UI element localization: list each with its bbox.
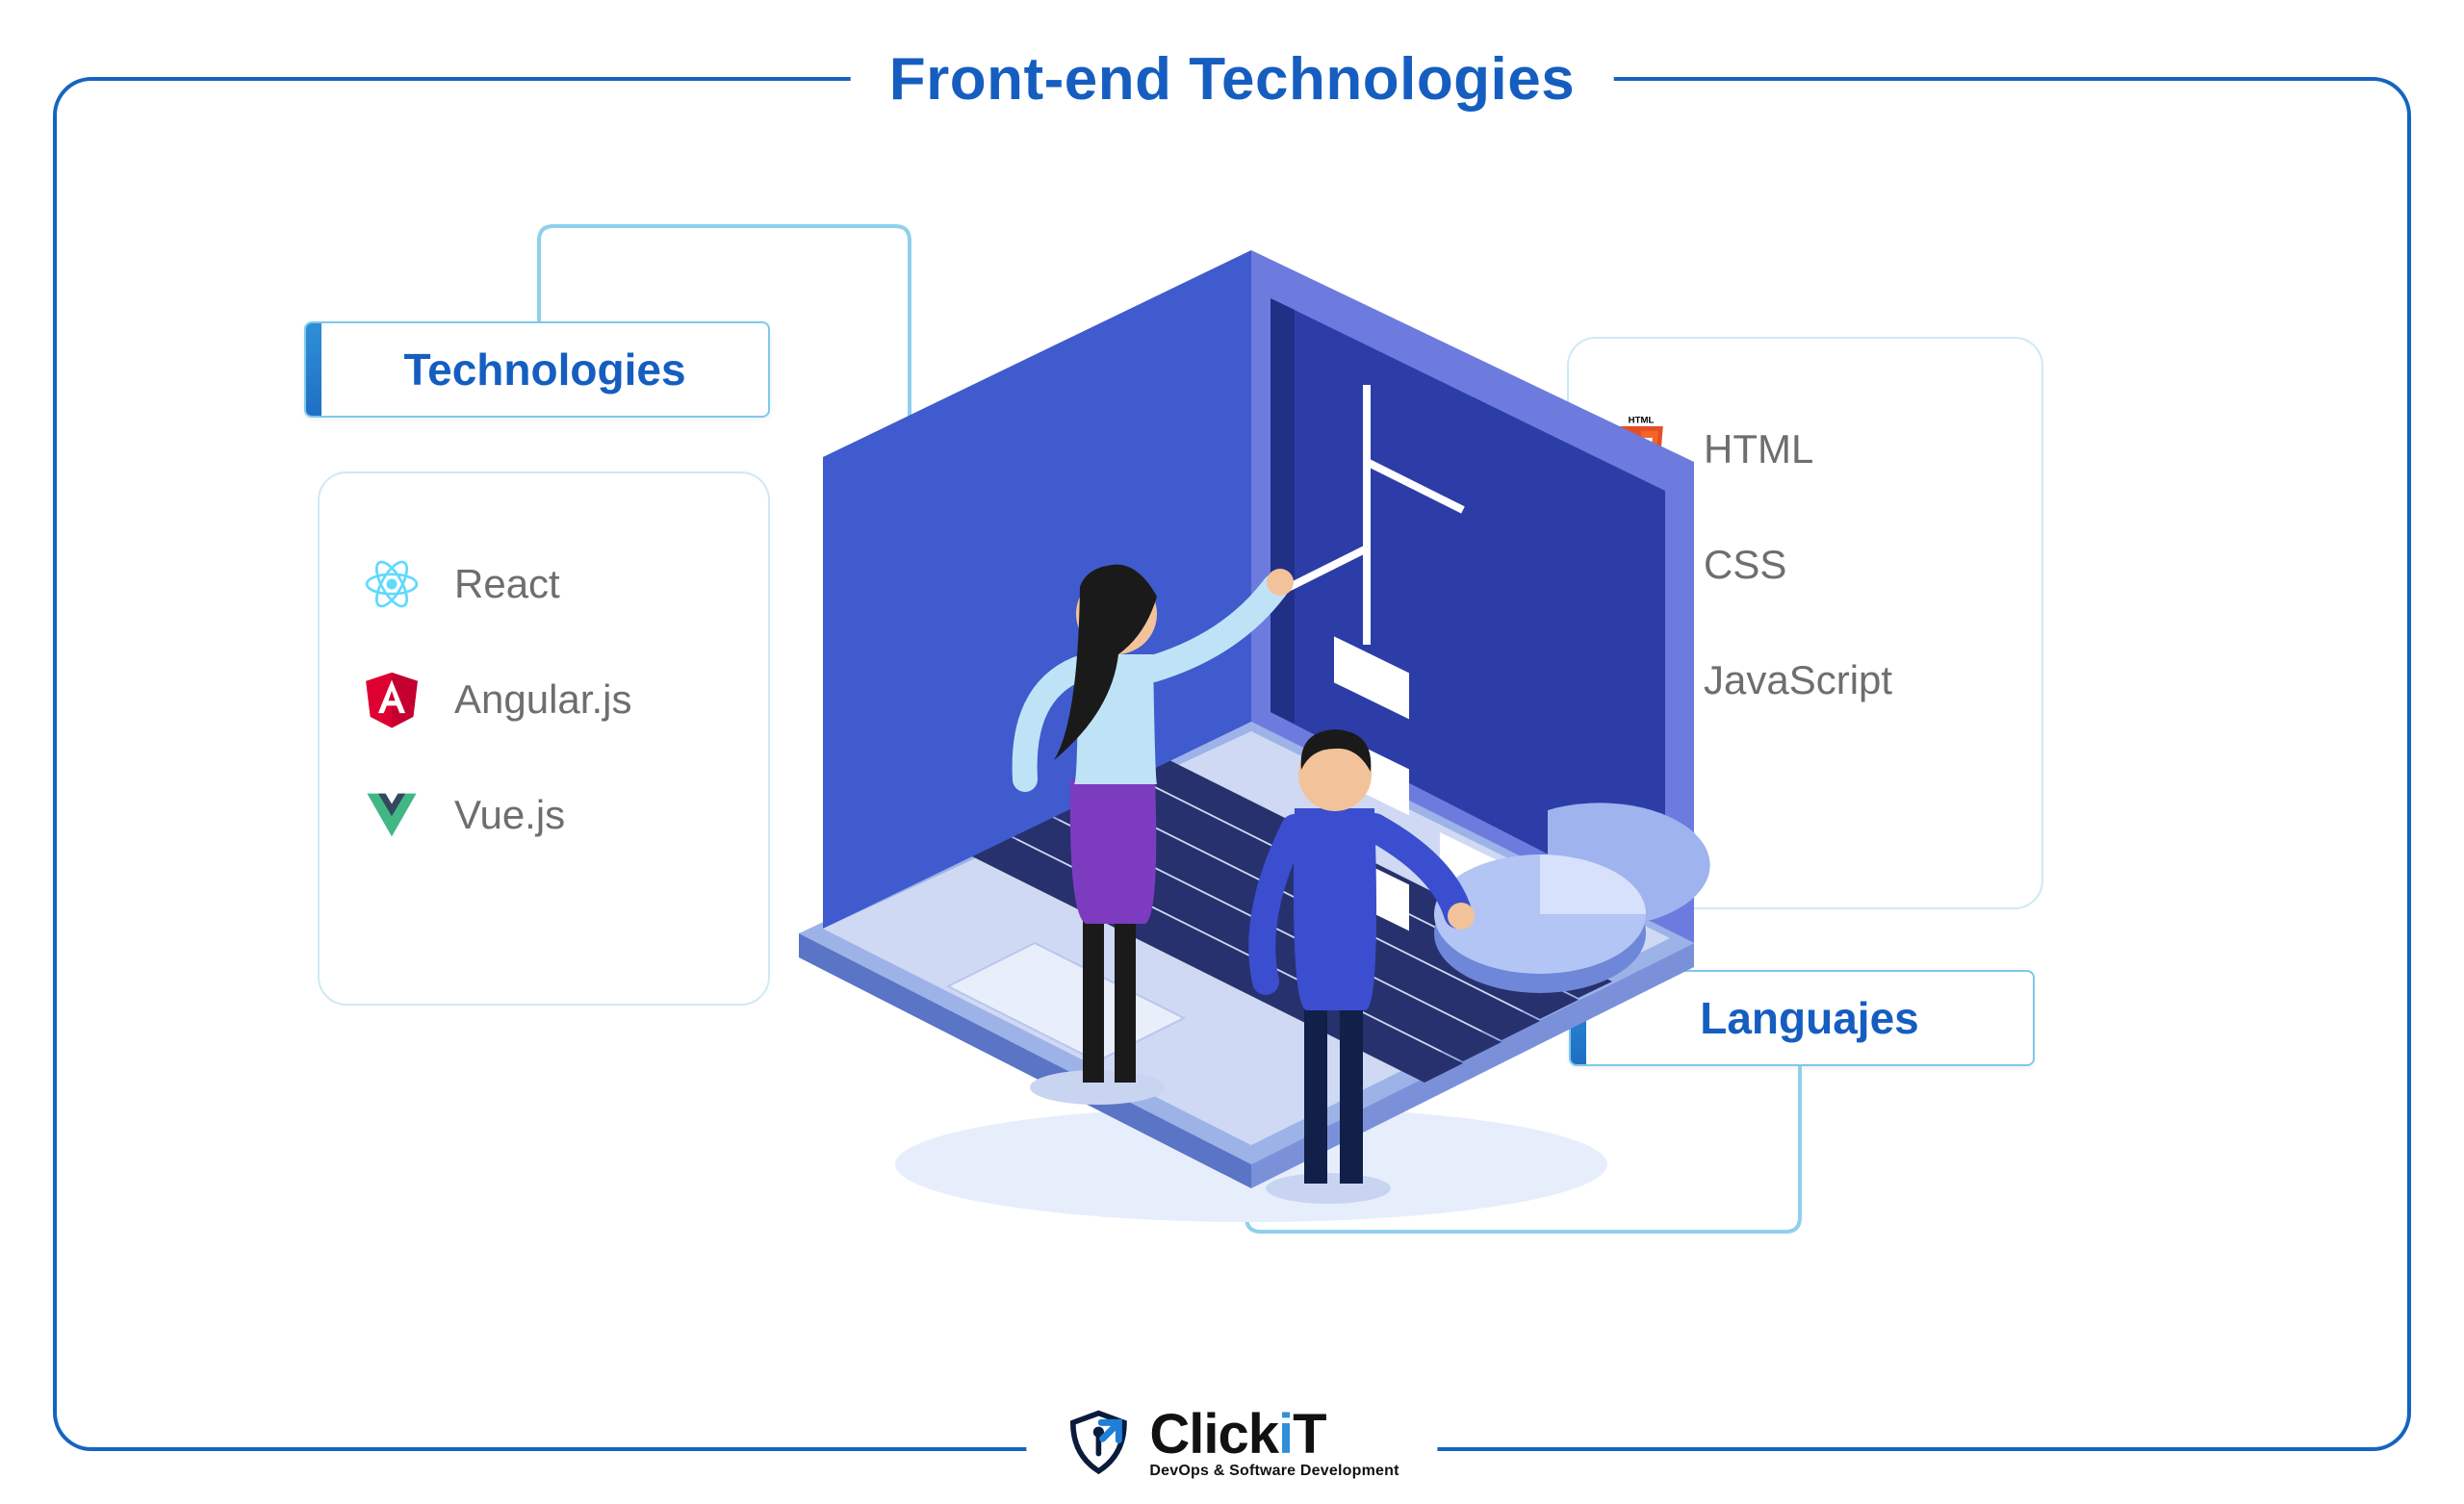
list-item: Vue.js [358,781,730,849]
accent-tab [306,323,321,416]
item-label: React [454,561,560,607]
brand-logo: ClickiT DevOps & Software Development [1026,1407,1437,1480]
vue-icon [358,781,425,849]
item-label: CSS [1704,542,1786,588]
group-label-text: Technologies [321,344,768,395]
list-item: Angular.js [358,666,730,733]
item-label: JavaScript [1704,657,1892,703]
group-label-technologies: Technologies [304,321,770,418]
item-label: HTML [1704,426,1813,472]
list-item: React [358,550,730,618]
diagram-title: Front-end Technologies [851,45,1614,114]
brand-tagline: DevOps & Software Development [1149,1463,1399,1480]
angular-icon [358,666,425,733]
react-icon [358,550,425,618]
item-label: Angular.js [454,676,631,723]
item-label: Vue.js [454,792,565,838]
shield-arrow-icon [1065,1408,1132,1480]
technologies-panel: React Angular.js Vue.js [318,472,770,1006]
laptop-illustration [732,241,1713,1241]
brand-name: ClickiT [1149,1407,1325,1463]
